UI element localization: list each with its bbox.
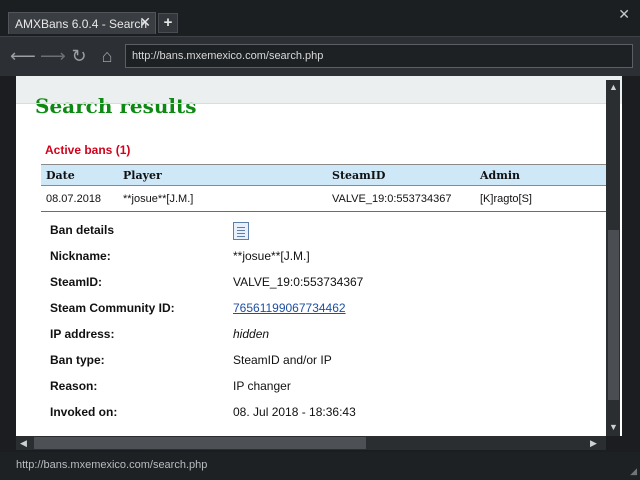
detail-label: Nickname: (50, 249, 111, 263)
address-bar[interactable]: http://bans.mxemexico.com/search.php (125, 44, 633, 68)
resize-grip-icon[interactable]: ◢ (630, 466, 637, 477)
column-header-date[interactable]: Date (46, 169, 75, 182)
column-header-admin[interactable]: Admin (480, 169, 520, 182)
document-icon[interactable] (233, 222, 249, 240)
horizontal-scrollbar[interactable]: ◀ ▶ (16, 436, 606, 450)
window-close-icon[interactable]: ✕ (618, 6, 630, 23)
detail-value: VALVE_19:0:553734367 (233, 275, 364, 289)
detail-value: IP changer (233, 379, 291, 393)
browser-tab[interactable]: AMXBans 6.0.4 - Search ✕ (8, 12, 156, 34)
title-divider (16, 103, 606, 104)
title-bar: AMXBans 6.0.4 - Search ✕ + ✕ (0, 0, 640, 36)
cell-player: **josue**[J.M.] (123, 193, 194, 205)
vertical-scroll-thumb[interactable] (608, 230, 619, 400)
detail-label: Ban details (50, 223, 115, 237)
page-title: Search results (35, 94, 197, 118)
detail-label: Steam Community ID: (50, 301, 175, 315)
detail-label: Ban type: (50, 353, 105, 367)
page-viewport: Search results Active bans (1) Date Play… (16, 76, 622, 436)
detail-label: Reason: (50, 379, 98, 393)
detail-row-nickname: Nickname: **josue**[J.M.] (50, 249, 610, 269)
detail-value: **josue**[J.M.] (233, 249, 310, 263)
detail-label: IP address: (50, 327, 115, 341)
detail-label: Invoked on: (50, 405, 118, 419)
scroll-left-icon[interactable]: ◀ (20, 438, 27, 449)
forward-arrow-icon[interactable]: ⟶ (40, 45, 66, 67)
detail-row-community-id: Steam Community ID: 76561199067734462 (50, 301, 610, 321)
column-header-player[interactable]: Player (123, 169, 162, 182)
community-id-link[interactable]: 76561199067734462 (233, 301, 346, 315)
table-header: Date Player SteamID Admin (41, 164, 606, 186)
detail-row-reason: Reason: IP changer (50, 379, 610, 399)
back-arrow-icon[interactable]: ⟵ (10, 45, 36, 67)
column-header-steamid[interactable]: SteamID (332, 169, 385, 182)
status-url: http://bans.mxemexico.com/search.php (16, 459, 208, 471)
home-icon[interactable]: ⌂ (96, 45, 118, 67)
scroll-right-icon[interactable]: ▶ (590, 438, 597, 449)
detail-label: SteamID: (50, 275, 103, 289)
horizontal-scroll-thumb[interactable] (34, 437, 366, 449)
new-tab-button[interactable]: + (158, 13, 178, 33)
cell-admin: [K]ragto[S] (480, 193, 532, 205)
detail-row-invoked-on: Invoked on: 08. Jul 2018 - 18:36:43 (50, 405, 610, 425)
table-row[interactable]: 08.07.2018 **josue**[J.M.] VALVE_19:0:55… (41, 186, 606, 212)
tab-title: AMXBans 6.0.4 - Search (15, 17, 148, 31)
detail-row-ban-type: Ban type: SteamID and/or IP (50, 353, 610, 373)
reload-icon[interactable]: ↻ (68, 45, 90, 67)
vertical-scrollbar[interactable]: ▲ ▼ (606, 80, 620, 436)
status-bar: http://bans.mxemexico.com/search.php ◢ (0, 452, 640, 480)
detail-value: 08. Jul 2018 - 18:36:43 (233, 405, 356, 419)
detail-row-ban-details: Ban details (50, 223, 114, 243)
cell-date: 08.07.2018 (46, 193, 102, 205)
detail-row-steamid: SteamID: VALVE_19:0:553734367 (50, 275, 610, 295)
cell-steamid: VALVE_19:0:553734367 (332, 193, 452, 205)
browser-toolbar: ⟵ ⟶ ↻ ⌂ http://bans.mxemexico.com/search… (0, 36, 640, 76)
detail-row-ip-address: IP address: hidden (50, 327, 610, 347)
detail-value: hidden (233, 327, 270, 341)
scroll-up-icon[interactable]: ▲ (609, 82, 618, 92)
section-title: Active bans (1) (45, 143, 131, 157)
detail-value: SteamID and/or IP (233, 353, 332, 367)
scroll-down-icon[interactable]: ▼ (609, 422, 618, 432)
tab-close-icon[interactable]: ✕ (139, 14, 151, 31)
